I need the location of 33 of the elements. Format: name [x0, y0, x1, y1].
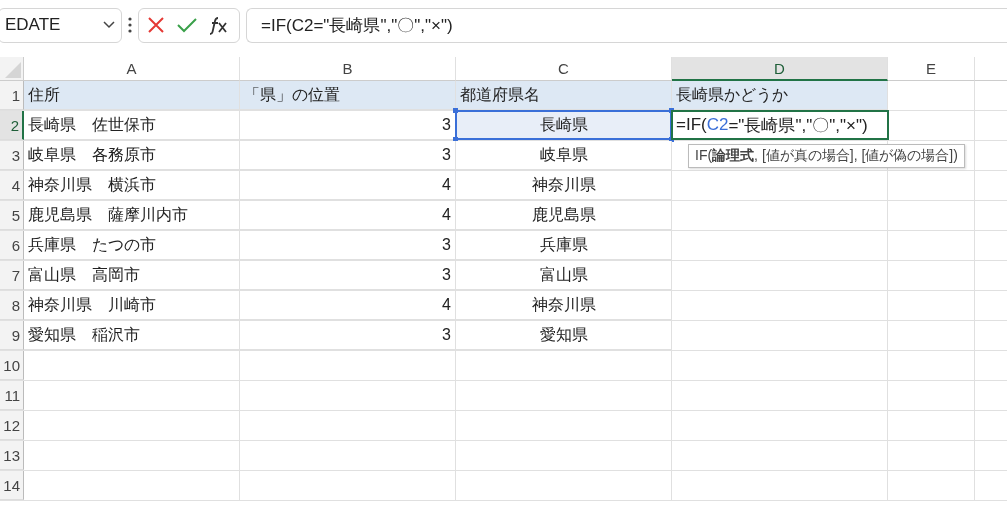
- row-header[interactable]: 5: [0, 201, 24, 230]
- row-header[interactable]: 1: [0, 81, 24, 110]
- row-header[interactable]: 8: [0, 291, 24, 320]
- row-header[interactable]: 9: [0, 321, 24, 350]
- row-header[interactable]: 13: [0, 441, 24, 470]
- table-cell: 都道府県名: [456, 81, 672, 110]
- column-header[interactable]: A: [24, 57, 240, 81]
- confirm-icon[interactable]: [177, 17, 197, 33]
- row-header[interactable]: 10: [0, 351, 24, 380]
- row-header[interactable]: 6: [0, 231, 24, 260]
- table-cell: 3: [240, 141, 456, 170]
- chevron-down-icon[interactable]: [103, 21, 115, 29]
- row-header[interactable]: 11: [0, 381, 24, 410]
- row-header[interactable]: 2: [0, 111, 24, 140]
- row-header[interactable]: 12: [0, 411, 24, 440]
- table-cell: 「県」の位置: [240, 81, 456, 110]
- cell-editor[interactable]: =IF(C2="長崎県","〇","×"): [671, 110, 889, 140]
- row-header[interactable]: 3: [0, 141, 24, 170]
- row-header[interactable]: 4: [0, 171, 24, 200]
- row-header[interactable]: 14: [0, 471, 24, 500]
- cancel-icon[interactable]: [147, 16, 165, 34]
- table-cell: 長崎県かどうか: [672, 81, 888, 110]
- column-header[interactable]: D: [672, 57, 888, 81]
- column-header[interactable]: B: [240, 57, 456, 81]
- column-header[interactable]: C: [456, 57, 672, 81]
- column-header[interactable]: E: [888, 57, 975, 81]
- row-header[interactable]: 7: [0, 261, 24, 290]
- formula-bar[interactable]: =IF(C2="長崎県","〇","×"): [246, 7, 1007, 43]
- table-cell: 岐阜県: [456, 141, 672, 170]
- more-options-icon[interactable]: [128, 17, 132, 33]
- table-cell: 長崎県: [456, 111, 672, 140]
- table-cell: 住所: [24, 81, 240, 110]
- function-tooltip: IF(論理式, [値が真の場合], [値が偽の場合]): [688, 144, 965, 168]
